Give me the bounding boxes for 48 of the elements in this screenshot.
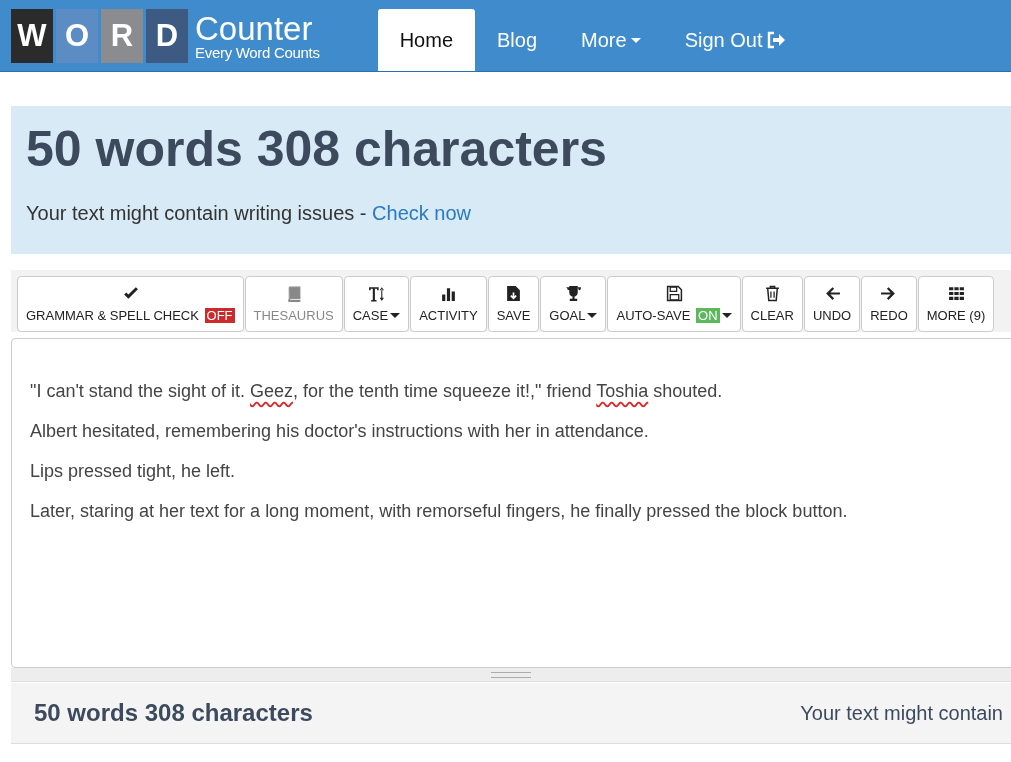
logo-letter: R: [101, 8, 143, 63]
toolbar-icon: [665, 285, 683, 302]
toolbar-icon: [763, 285, 781, 302]
toolbar-icon: [367, 285, 385, 302]
editor-paragraph: "I can't stand the sight of it. Geez, for the tenth time squeeze it!," friend Toshia shouted.: [30, 381, 724, 401]
check-now-link[interactable]: Check now: [372, 202, 472, 224]
toolbar-icon: [121, 285, 139, 302]
editor-paragraph: Lips pressed tight, he left.: [30, 461, 237, 481]
resize-handle[interactable]: [491, 671, 531, 678]
toolbar-button[interactable]: REDO: [861, 276, 917, 332]
toolbar-icon: [505, 285, 522, 302]
nav-tab[interactable]: Sign Out: [662, 9, 809, 71]
logo-letter: W: [11, 8, 53, 63]
nav-tab[interactable]: Blog: [475, 9, 560, 71]
toolbar-button[interactable]: GOAL: [540, 276, 607, 332]
logo-letter: O: [56, 8, 98, 63]
toolbar-icon: [285, 285, 303, 302]
toolbar-icon: [823, 285, 841, 302]
toolbar-icon: [439, 285, 457, 302]
toolbar-button[interactable]: GRAMMAR & SPELL CHECK OFF: [17, 276, 244, 332]
nav-tab[interactable]: Home: [377, 9, 476, 71]
toolbar-button[interactable]: UNDO: [803, 276, 861, 332]
logo-tagline: Every Word Counts: [195, 44, 320, 60]
caret-icon: [721, 313, 732, 318]
toolbar-icon: [880, 285, 898, 302]
toolbar-button[interactable]: SAVE: [487, 276, 540, 332]
sign-out-icon: [766, 31, 787, 49]
caret-icon: [390, 313, 401, 318]
logo-name: Counter: [195, 11, 314, 45]
footer-word-count: 50 words 308 characters: [34, 699, 313, 727]
footer-notice: Your text might contain: [800, 701, 1003, 725]
status-badge: OFF: [204, 308, 235, 323]
caret-icon: [630, 37, 641, 43]
caret-icon: [587, 313, 598, 318]
editor-paragraph: Albert hesitated, remembering his doctor's instructions with her in attendance.: [30, 421, 650, 441]
toolbar-button[interactable]: CLEAR: [741, 276, 803, 332]
nav-tab[interactable]: More: [559, 9, 663, 71]
toolbar-button[interactable]: MORE (9): [917, 276, 995, 332]
status-badge: ON: [696, 308, 720, 323]
toolbar-icon: [947, 285, 965, 302]
toolbar-button[interactable]: CASE: [343, 276, 410, 332]
toolbar-button[interactable]: ACTIVITY: [410, 276, 487, 332]
editor-paragraph: Later, staring at her text for a long moment, with remorseful fingers, he finally pressed the block button.: [30, 501, 849, 521]
writing-issues-notice: Your text might contain writing issues - Check now: [26, 202, 473, 225]
toolbar-icon: [564, 285, 582, 302]
word-count-heading: 50 words 308 characters: [26, 122, 608, 177]
logo-letter: D: [146, 8, 188, 63]
toolbar-button[interactable]: AUTO-SAVE ON: [607, 276, 741, 332]
